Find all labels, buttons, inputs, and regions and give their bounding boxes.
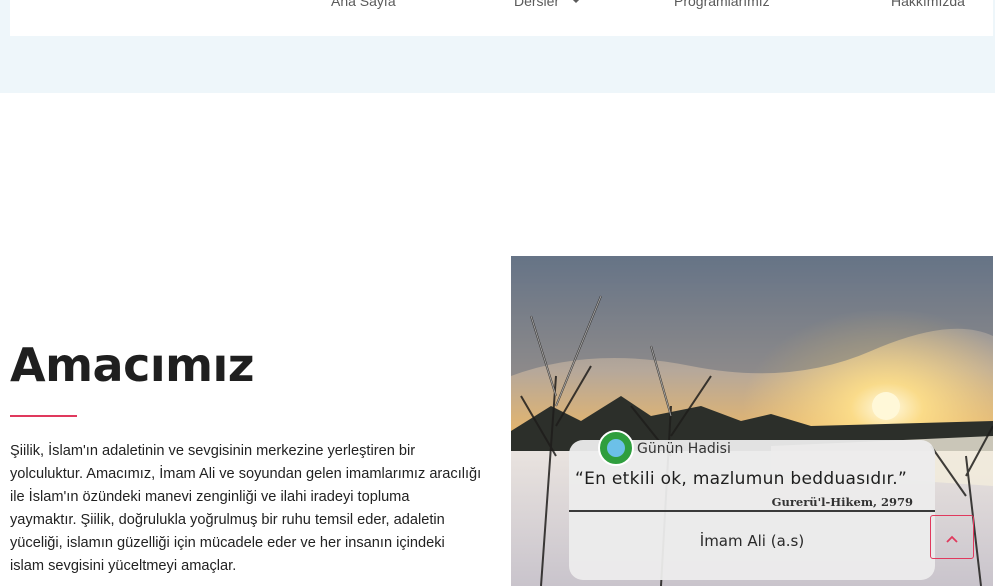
nav-item-label: Ana Sayfa [331, 0, 396, 9]
nav-item-label: Dersler [514, 0, 560, 9]
chevron-down-icon [571, 0, 581, 7]
description-line: yüceliği, islamın güzelliği için mücadel… [10, 535, 445, 551]
hadith-quote: “En etkili ok, mazlumun bedduasıdır.” [575, 469, 908, 489]
description-line: Şiilik, İslam'ın adaletinin ve sevgisini… [10, 443, 416, 459]
circle-logo-icon [598, 430, 634, 466]
daily-hadith-card: Günün Hadisi “En etkili ok, mazlumun bed… [569, 430, 935, 580]
nav-item-about[interactable]: Hakkımızda [891, 0, 965, 9]
description-line: ile İslam'ın özündeki manevi zenginliği … [10, 489, 410, 505]
section-title: Amacımız [10, 338, 255, 392]
description-line: islam sevgisini yüceltmeyi amaçlar. [10, 558, 237, 574]
section-description: Şiilik, İslam'ın adaletinin ve sevgisini… [10, 440, 495, 578]
description-line: yolculuktur. Amacımız, İmam Ali ve soyun… [10, 466, 482, 482]
nav-item-label: Programlarımız [674, 0, 770, 9]
header-band: Ana Sayfa Dersler Programlarımız Hakkımı… [0, 0, 995, 93]
nav-item-lessons[interactable]: Dersler [514, 0, 581, 9]
nav-item-home[interactable]: Ana Sayfa [331, 0, 396, 9]
scroll-to-top-button[interactable] [930, 515, 974, 559]
hadith-source: Gurerü'l-Hikem, 2979 [771, 495, 913, 509]
hadith-heading: Günün Hadisi [637, 441, 731, 457]
title-underline [10, 415, 77, 417]
nav-item-programs[interactable]: Programlarımız [674, 0, 770, 9]
description-line: yaymaktır. Şiilik, doğrulukla yoğrulmuş … [10, 512, 445, 528]
arrow-up-icon [946, 528, 958, 547]
nav-item-label: Hakkımızda [891, 0, 965, 9]
hadith-divider [569, 510, 935, 512]
nav-bar: Ana Sayfa Dersler Programlarımız Hakkımı… [10, 0, 993, 36]
hadith-author: İmam Ali (a.s) [699, 532, 805, 550]
